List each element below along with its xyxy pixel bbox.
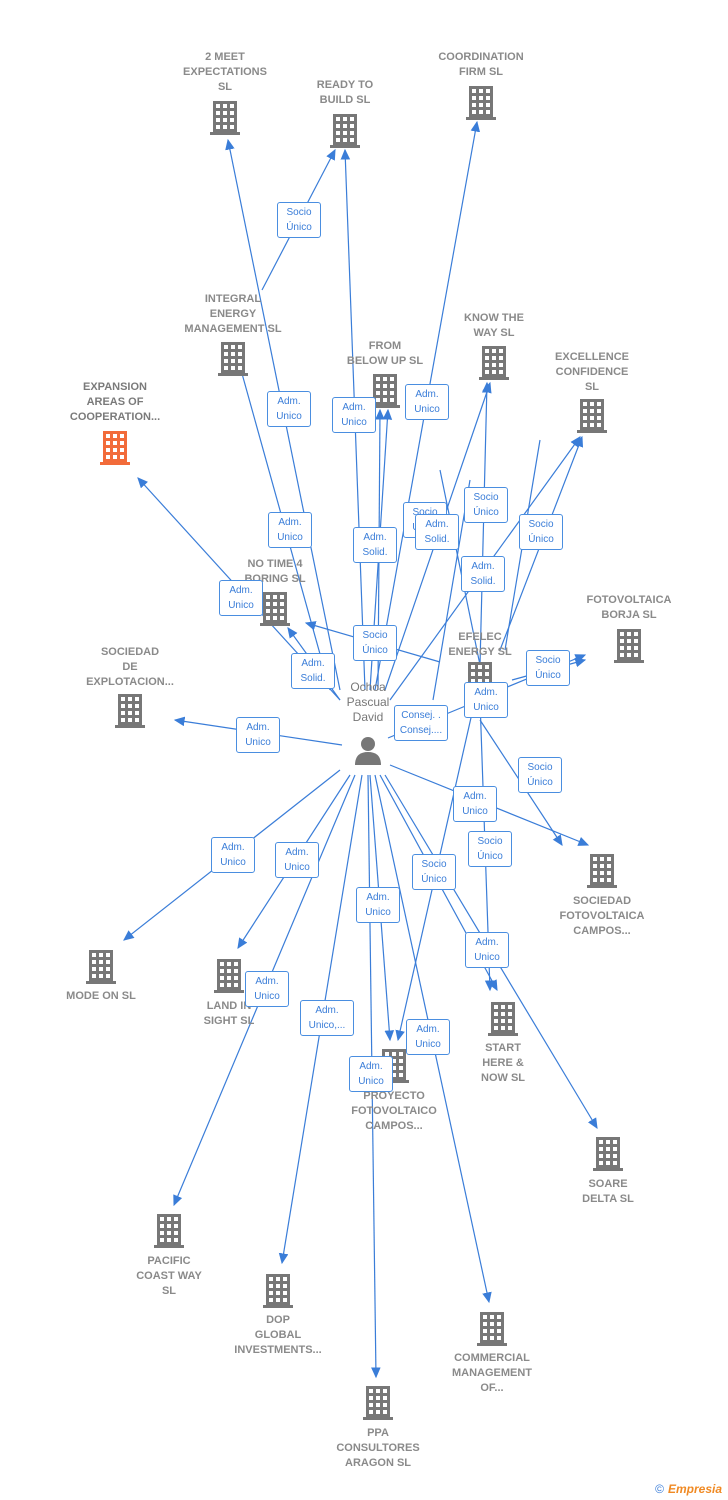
company-node-mode[interactable]: MODE ON SL — [41, 989, 161, 1004]
relation-label[interactable]: Adm. Unico — [267, 391, 311, 427]
building-icon[interactable] — [85, 948, 117, 989]
building-icon[interactable] — [153, 1212, 185, 1253]
building-icon[interactable] — [476, 1310, 508, 1351]
relation-label[interactable]: Adm. Unico — [219, 580, 263, 616]
relation-label[interactable]: Socio Único — [353, 625, 397, 661]
footer-brand: © Empresia — [655, 1482, 722, 1496]
relation-label[interactable]: Adm. Unico — [464, 682, 508, 718]
company-node-excel[interactable]: EXCELLENCE CONFIDENCE SL — [532, 350, 652, 395]
company-label[interactable]: 2 MEET EXPECTATIONS SL — [165, 50, 285, 95]
relation-label[interactable]: Adm. Unico — [275, 842, 319, 878]
building-icon[interactable] — [213, 957, 245, 998]
network-diagram: 2 MEET EXPECTATIONS SL READY TO BUILD SL C… — [0, 0, 728, 1500]
company-node-start[interactable]: START HERE & NOW SL — [443, 1041, 563, 1086]
company-label[interactable]: PPA CONSULTORES ARAGON SL — [318, 1426, 438, 1471]
brand-logo: Empresia — [667, 1482, 722, 1496]
person-icon[interactable] — [353, 735, 383, 765]
company-label[interactable]: KNOW THE WAY SL — [434, 311, 554, 341]
building-icon[interactable] — [576, 397, 608, 438]
company-label[interactable]: DOP GLOBAL INVESTMENTS... — [218, 1313, 338, 1358]
relation-label[interactable]: Socio Único — [412, 854, 456, 890]
company-node-dop[interactable]: DOP GLOBAL INVESTMENTS... — [218, 1313, 338, 1358]
relation-label[interactable]: Adm. Unico — [453, 786, 497, 822]
building-icon[interactable] — [262, 1272, 294, 1313]
building-icon[interactable] — [592, 1135, 624, 1176]
company-label[interactable]: PACIFIC COAST WAY SL — [109, 1254, 229, 1299]
relation-label[interactable]: Socio Único — [464, 487, 508, 523]
company-node-explot[interactable]: SOCIEDAD DE EXPLOTACION... — [70, 645, 190, 690]
relation-label[interactable]: Adm. Unico — [406, 1019, 450, 1055]
building-icon[interactable] — [478, 344, 510, 385]
relation-label[interactable]: Adm. Unico — [332, 397, 376, 433]
relation-label[interactable]: Socio Único — [526, 650, 570, 686]
building-icon[interactable] — [114, 692, 146, 733]
relation-label[interactable]: Adm. Solid. — [353, 527, 397, 563]
building-icon[interactable] — [487, 1000, 519, 1041]
company-label[interactable]: SOCIEDAD FOTOVOLTAICA CAMPOS... — [542, 894, 662, 939]
person-name[interactable]: Ochoa Pascual David — [328, 680, 408, 725]
relation-label[interactable]: Adm. Unico — [349, 1056, 393, 1092]
company-node-soare[interactable]: SOARE DELTA SL — [548, 1177, 668, 1207]
building-icon[interactable] — [99, 429, 131, 470]
building-icon[interactable] — [362, 1384, 394, 1425]
company-node-below[interactable]: FROM BELOW UP SL — [325, 339, 445, 369]
company-label[interactable]: INTEGRAL ENERGY MANAGEMENT SL — [173, 292, 293, 337]
company-label[interactable]: EXCELLENCE CONFIDENCE SL — [532, 350, 652, 395]
relation-label[interactable]: Socio Único — [519, 514, 563, 550]
relation-label[interactable]: Adm. Solid. — [461, 556, 505, 592]
company-node-efelec[interactable]: EFELEC ENERGY SL — [420, 630, 540, 660]
company-node-pacific[interactable]: PACIFIC COAST WAY SL — [109, 1254, 229, 1299]
company-node-expansion[interactable]: EXPANSION AREAS OF COOPERATION... — [55, 380, 175, 425]
building-icon[interactable] — [209, 99, 241, 140]
relation-label[interactable]: Socio Único — [468, 831, 512, 867]
company-node-borja[interactable]: FOTOVOLTAICA BORJA SL — [569, 593, 689, 623]
company-node-proyecto[interactable]: PROYECTO FOTOVOLTAICO CAMPOS... — [334, 1089, 454, 1134]
relation-label[interactable]: Adm. Unico — [268, 512, 312, 548]
company-label[interactable]: EXPANSION AREAS OF COOPERATION... — [55, 380, 175, 425]
building-icon[interactable] — [259, 590, 291, 631]
company-label[interactable]: COORDINATION FIRM SL — [421, 50, 541, 80]
company-label[interactable]: SOCIEDAD DE EXPLOTACION... — [70, 645, 190, 690]
company-node-know[interactable]: KNOW THE WAY SL — [434, 311, 554, 341]
company-label[interactable]: EFELEC ENERGY SL — [420, 630, 540, 660]
building-icon[interactable] — [586, 852, 618, 893]
relation-label[interactable]: Adm. Unico — [465, 932, 509, 968]
company-label[interactable]: MODE ON SL — [41, 989, 161, 1004]
relation-label[interactable]: Adm. Unico,... — [300, 1000, 354, 1036]
company-label[interactable]: START HERE & NOW SL — [443, 1041, 563, 1086]
relation-label[interactable]: Adm. Unico — [356, 887, 400, 923]
company-label[interactable]: FROM BELOW UP SL — [325, 339, 445, 369]
company-label[interactable]: COMMERCIAL MANAGEMENT OF... — [432, 1351, 552, 1396]
building-icon[interactable] — [465, 84, 497, 125]
relation-label[interactable]: Adm. Solid. — [415, 514, 459, 550]
company-label[interactable]: READY TO BUILD SL — [285, 78, 405, 108]
company-node-sfc[interactable]: SOCIEDAD FOTOVOLTAICA CAMPOS... — [542, 894, 662, 939]
company-node-ppa[interactable]: PPA CONSULTORES ARAGON SL — [318, 1426, 438, 1471]
relation-label[interactable]: Adm. Unico — [236, 717, 280, 753]
company-label[interactable]: FOTOVOLTAICA BORJA SL — [569, 593, 689, 623]
company-node-commercial[interactable]: COMMERCIAL MANAGEMENT OF... — [432, 1351, 552, 1396]
relation-label[interactable]: Adm. Unico — [211, 837, 255, 873]
relation-label[interactable]: Adm. Unico — [245, 971, 289, 1007]
relation-edge — [479, 381, 492, 666]
relation-label[interactable]: Socio Único — [518, 757, 562, 793]
company-label[interactable]: PROYECTO FOTOVOLTAICO CAMPOS... — [334, 1089, 454, 1134]
company-node-2meet[interactable]: 2 MEET EXPECTATIONS SL — [165, 50, 285, 95]
company-label[interactable]: SOARE DELTA SL — [548, 1177, 668, 1207]
relation-label[interactable]: Adm. Unico — [405, 384, 449, 420]
building-icon[interactable] — [217, 340, 249, 381]
company-node-integral[interactable]: INTEGRAL ENERGY MANAGEMENT SL — [173, 292, 293, 337]
relation-label[interactable]: Socio Único — [277, 202, 321, 238]
company-node-ready[interactable]: READY TO BUILD SL — [285, 78, 405, 108]
building-icon[interactable] — [329, 112, 361, 153]
building-icon[interactable] — [613, 627, 645, 668]
company-node-coord[interactable]: COORDINATION FIRM SL — [421, 50, 541, 80]
